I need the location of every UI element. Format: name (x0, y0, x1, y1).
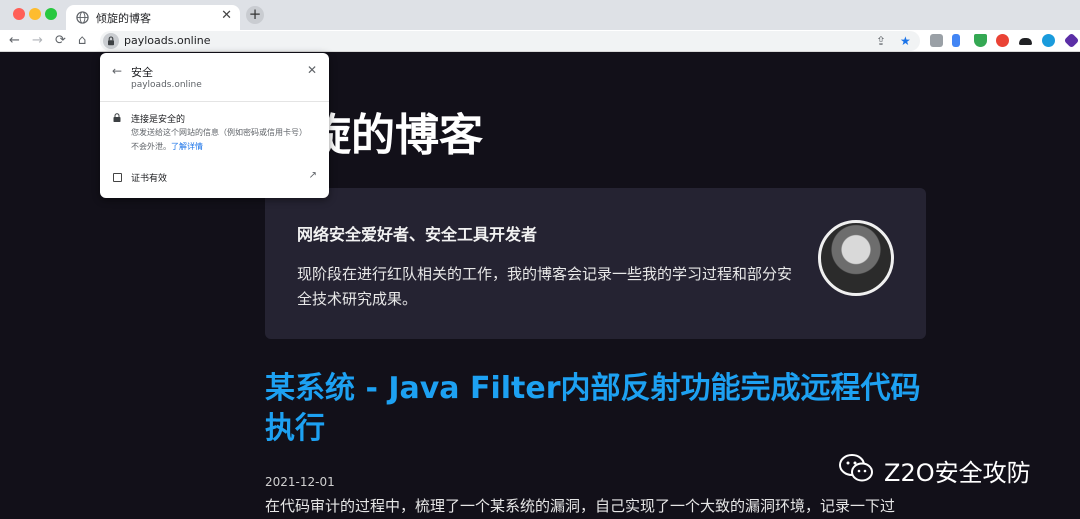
watermark-text: Z2O安全攻防 (884, 459, 1031, 487)
divider (100, 101, 329, 102)
browser-toolbar: ← → ⟳ ⌂ payloads.online ⇪ ★ (0, 30, 1080, 52)
bookmark-star-icon[interactable]: ★ (900, 34, 911, 48)
wechat-icon (839, 454, 873, 482)
avatar (818, 220, 894, 296)
hat-extension-icon[interactable] (1019, 38, 1032, 45)
home-button[interactable]: ⌂ (78, 33, 86, 48)
shield-extension-icon[interactable] (974, 34, 987, 47)
extension-icon[interactable] (930, 34, 943, 47)
external-link-icon[interactable]: ↗ (309, 170, 317, 181)
lock-icon (113, 113, 121, 122)
back-button[interactable]: ← (9, 33, 20, 48)
profile-card: 网络安全爱好者、安全工具开发者 现阶段在进行红队相关的工作，我的博客会记录一些我… (265, 188, 926, 339)
profile-bio: 现阶段在进行红队相关的工作，我的博客会记录一些我的学习过程和部分安全技术研究成果… (297, 265, 793, 308)
tab-strip: 倾旋的博客 ✕ + (0, 0, 1080, 30)
popup-domain: payloads.online (131, 80, 202, 90)
connection-secure-label: 连接是安全的 (131, 115, 186, 125)
globe-icon (76, 11, 89, 24)
profile-name: 网络安全爱好者、安全工具开发者 (297, 225, 538, 244)
forward-button[interactable]: → (32, 33, 43, 48)
extension-icon[interactable] (1042, 34, 1055, 47)
url-text: payloads.online (124, 34, 211, 47)
popup-close-button[interactable]: ✕ (307, 63, 317, 77)
site-info-button[interactable] (103, 33, 119, 49)
learn-more-link[interactable]: 了解详情 (171, 142, 203, 151)
maximize-window-button[interactable] (45, 8, 57, 20)
lock-icon (108, 36, 114, 46)
browser-tab[interactable]: 倾旋的博客 ✕ (66, 5, 240, 30)
post-excerpt: 在代码审计的过程中，梳理了一个某系统的漏洞，自己实现了一个大致的漏洞环境，记录一… (265, 497, 896, 515)
popup-title: 安全 (131, 66, 153, 79)
minimize-window-button[interactable] (29, 8, 41, 20)
tab-close-icon[interactable]: ✕ (221, 8, 232, 23)
extension-icon[interactable] (996, 34, 1009, 47)
close-window-button[interactable] (13, 8, 25, 20)
reload-button[interactable]: ⟳ (55, 33, 66, 48)
connection-desc-text: 您发送给这个网站的信息（例如密码或信用卡号）不会外泄。 (131, 128, 307, 151)
extension-icon[interactable] (952, 34, 960, 47)
certificate-icon (113, 173, 122, 182)
certificate-valid-link[interactable]: 证书有效 (131, 171, 167, 184)
new-tab-button[interactable]: + (246, 6, 264, 24)
extension-icon[interactable] (1063, 32, 1080, 49)
address-bar[interactable]: payloads.online ⇪ ★ (100, 31, 920, 51)
site-info-popup: ← 安全 payloads.online ✕ 连接是安全的 您发送给这个网站的信… (100, 53, 329, 198)
popup-back-button[interactable]: ← (112, 64, 122, 78)
post-date: 2021-12-01 (265, 475, 335, 489)
connection-description: 您发送给这个网站的信息（例如密码或信用卡号）不会外泄。了解详情 (131, 126, 311, 154)
tab-title: 倾旋的博客 (96, 12, 151, 25)
share-icon[interactable]: ⇪ (876, 34, 886, 48)
post-title-link[interactable]: 某系统 - Java Filter内部反射功能完成远程代码执行 (265, 369, 945, 449)
